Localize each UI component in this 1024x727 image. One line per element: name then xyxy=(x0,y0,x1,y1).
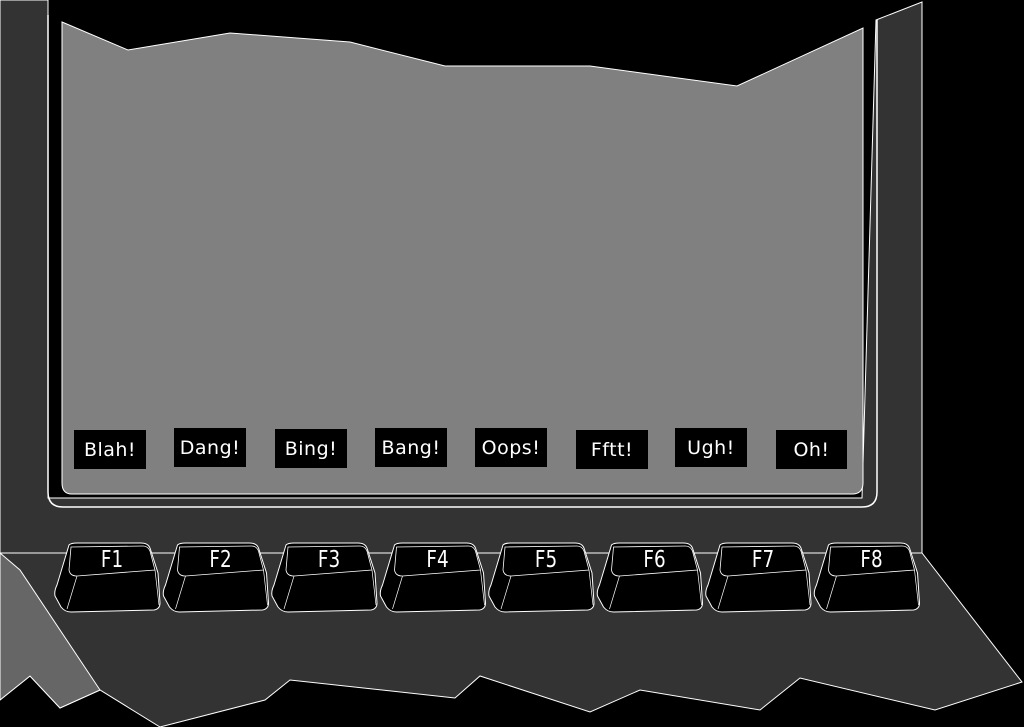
soft-label-4: Bang! xyxy=(375,428,447,467)
key-label: F7 xyxy=(752,546,774,573)
soft-label-3: Bing! xyxy=(275,429,347,468)
soft-label-5: Oops! xyxy=(475,428,547,467)
key-f3[interactable]: F3 xyxy=(271,542,378,613)
key-label: F4 xyxy=(426,546,448,573)
key-f4[interactable]: F4 xyxy=(379,542,487,613)
soft-label-8: Oh! xyxy=(776,430,847,469)
key-f8[interactable]: F8 xyxy=(813,542,921,613)
key-f2[interactable]: F2 xyxy=(162,542,270,613)
key-label: F5 xyxy=(535,546,557,573)
key-label: F6 xyxy=(643,546,665,573)
device-illustration: F1 F2 F3 F4 F5 F6 F7 F8 xyxy=(0,0,1023,727)
soft-label-2: Dang! xyxy=(174,428,246,467)
key-label: F3 xyxy=(318,546,340,573)
key-f5[interactable]: F5 xyxy=(488,542,595,613)
soft-label-6: Fftt! xyxy=(576,430,648,469)
display-screen xyxy=(61,21,864,495)
key-label: F1 xyxy=(101,546,123,573)
key-label: F8 xyxy=(860,546,882,573)
key-f7[interactable]: F7 xyxy=(705,542,812,613)
soft-label-7: Ugh! xyxy=(675,428,747,467)
key-f6[interactable]: F6 xyxy=(596,542,704,613)
soft-label-1: Blah! xyxy=(74,430,146,469)
key-label: F2 xyxy=(209,546,231,573)
key-f1[interactable]: F1 xyxy=(54,542,161,613)
